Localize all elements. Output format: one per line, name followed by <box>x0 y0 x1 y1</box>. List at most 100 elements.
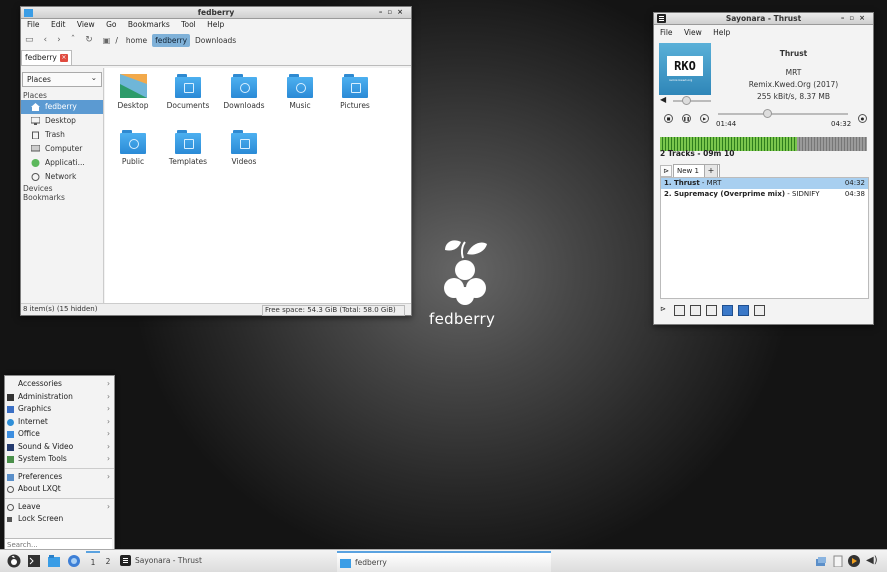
menu-item-system-tools[interactable]: System Tools › <box>5 453 114 466</box>
menu-tool[interactable]: Tool <box>181 20 196 29</box>
menu-item-graphics[interactable]: Graphics › <box>5 403 114 416</box>
pause-button[interactable]: ❚❚ <box>682 114 691 123</box>
file-item-desktop[interactable]: Desktop <box>108 74 158 110</box>
breadcrumb-root[interactable]: / <box>112 34 121 47</box>
playlist-row[interactable]: 1. Thrust - MRT 04:32 <box>661 178 868 189</box>
menu-item-office[interactable]: Office › <box>5 428 114 441</box>
maximize-icon[interactable]: ▫ <box>849 14 859 22</box>
repeat-all-icon[interactable] <box>690 305 701 316</box>
menu-item-sound-video[interactable]: Sound & Video › <box>5 441 114 454</box>
new-tab-icon[interactable]: ▭ <box>25 35 34 45</box>
shuffle-icon[interactable] <box>706 305 717 316</box>
menu-view[interactable]: View <box>77 20 95 29</box>
desktop-switch-1[interactable]: 1 <box>86 551 100 572</box>
up-icon[interactable]: ˆ <box>71 35 76 45</box>
back-icon[interactable]: ‹ <box>44 35 48 45</box>
breadcrumb-fedberry[interactable]: fedberry <box>152 33 191 47</box>
volume-tray-icon[interactable]: ◀) <box>866 555 878 566</box>
menu-file[interactable]: File <box>660 28 673 37</box>
file-manager-icon[interactable] <box>48 555 60 567</box>
places-select[interactable]: Places <box>22 71 102 87</box>
playlist[interactable]: 1. Thrust - MRT 04:32 2. Supremacy (Over… <box>660 177 869 299</box>
close-tab-icon[interactable]: × <box>59 54 68 62</box>
playlist-row[interactable]: 2. Supremacy (Overprime mix) - SIDNIFY 0… <box>661 189 868 200</box>
file-item-music[interactable]: Music <box>275 74 325 110</box>
menu-help[interactable]: Help <box>713 28 730 37</box>
task-sayonara[interactable]: Sayonara - Thrust <box>117 551 345 570</box>
file-item-public[interactable]: Public <box>108 130 158 166</box>
task-fedberry[interactable]: fedberry <box>337 551 551 572</box>
file-item-downloads[interactable]: Downloads <box>219 74 269 110</box>
progress-slider[interactable] <box>718 113 848 115</box>
close-icon[interactable]: × <box>859 14 870 22</box>
menu-view[interactable]: View <box>684 28 702 37</box>
start-menu[interactable]: Accessories › Administration › Graphics › I… <box>4 375 115 551</box>
sidebar-item-applications[interactable]: Applicati... <box>21 156 103 170</box>
menu-help[interactable]: Help <box>207 20 224 29</box>
album-cover[interactable]: RKO remix.kwed.org <box>659 43 711 95</box>
file-item-documents[interactable]: Documents <box>163 74 213 110</box>
clipboard-icon[interactable] <box>832 555 844 567</box>
add-playlist-button[interactable]: + <box>704 164 718 178</box>
menu-item-leave[interactable]: Leave › <box>5 501 114 514</box>
menu-edit[interactable]: Edit <box>51 20 66 29</box>
status-bar: 8 item(s) (15 hidden) Free space: 54.3 G… <box>21 303 411 316</box>
forward-icon[interactable]: › <box>57 35 61 45</box>
sidebar-item-fedberry[interactable]: fedberry <box>21 100 103 114</box>
sidebar-item-trash[interactable]: Trash <box>21 128 103 142</box>
sidebar-item-computer[interactable]: Computer <box>21 142 103 156</box>
maximize-icon[interactable]: ▫ <box>387 8 397 16</box>
player-titlebar[interactable]: Sayonara - Thrust –▫× <box>654 13 873 25</box>
file-manager-titlebar[interactable]: fedberry –▫× <box>21 7 411 19</box>
tab-fedberry[interactable]: fedberry × <box>21 50 72 65</box>
track-number: 2. <box>664 190 672 198</box>
playlist-menu-icon[interactable]: ⊳ <box>660 165 672 177</box>
media-player-tray-icon[interactable] <box>848 555 860 567</box>
desktop-switch-2[interactable]: 2 <box>101 551 115 570</box>
file-manager-window[interactable]: fedberry –▫× File Edit View Go Bookmarks… <box>20 6 412 316</box>
bookmarks-header[interactable]: Bookmarks <box>21 193 103 202</box>
reload-icon[interactable]: ↻ <box>85 35 93 45</box>
breadcrumb-home[interactable]: home <box>123 34 150 47</box>
record-button[interactable]: ● <box>858 114 867 123</box>
sidebar-item-network[interactable]: Network <box>21 170 103 184</box>
player-window[interactable]: Sayonara - Thrust –▫× File View Help RKO… <box>653 12 874 325</box>
menu-item-about[interactable]: About LXQt <box>5 483 114 496</box>
dynamic-playback-icon[interactable] <box>738 305 749 316</box>
menu-item-preferences[interactable]: Preferences › <box>5 471 114 484</box>
menu-item-internet[interactable]: Internet › <box>5 416 114 429</box>
terminal-icon[interactable] <box>28 555 40 567</box>
file-item-templates[interactable]: Templates <box>163 130 213 166</box>
append-icon[interactable] <box>722 305 733 316</box>
volume-knob[interactable] <box>682 96 692 105</box>
menu-item-accessories[interactable]: Accessories › <box>5 378 114 391</box>
cover-subtext: remix.kwed.org <box>669 78 693 82</box>
menu-item-label: About LXQt <box>18 484 61 493</box>
volume-icon[interactable]: ◀ <box>660 95 666 104</box>
devices-header[interactable]: Devices <box>21 184 103 193</box>
gapless-icon[interactable] <box>754 305 765 316</box>
playlist-options-icon[interactable]: ⊳ <box>660 305 669 314</box>
menu-file[interactable]: File <box>27 20 40 29</box>
show-desktop-icon[interactable] <box>815 555 827 567</box>
breadcrumb-downloads[interactable]: Downloads <box>192 34 239 47</box>
repeat-one-icon[interactable] <box>674 305 685 316</box>
stop-button[interactable]: ■ <box>664 114 673 123</box>
sidebar-item-desktop[interactable]: Desktop <box>21 114 103 128</box>
menu-item-administration[interactable]: Administration › <box>5 391 114 404</box>
progress-knob[interactable] <box>763 109 773 118</box>
menu-item-lock-screen[interactable]: Lock Screen <box>5 513 114 526</box>
close-icon[interactable]: × <box>397 8 408 16</box>
menu-bookmarks[interactable]: Bookmarks <box>128 20 170 29</box>
places-header[interactable]: Places <box>21 91 103 100</box>
file-view[interactable]: Desktop Documents Downloads Music Pictur… <box>105 68 411 303</box>
file-item-pictures[interactable]: Pictures <box>330 74 380 110</box>
preferences-icon <box>7 473 14 481</box>
start-menu-icon[interactable] <box>7 554 21 568</box>
menu-go[interactable]: Go <box>106 20 116 29</box>
volume-slider[interactable] <box>673 100 711 102</box>
drive-icon[interactable]: ▣ <box>103 36 111 45</box>
browser-icon[interactable] <box>68 555 80 567</box>
file-item-videos[interactable]: Videos <box>219 130 269 166</box>
next-button[interactable]: ▶ <box>700 114 709 123</box>
